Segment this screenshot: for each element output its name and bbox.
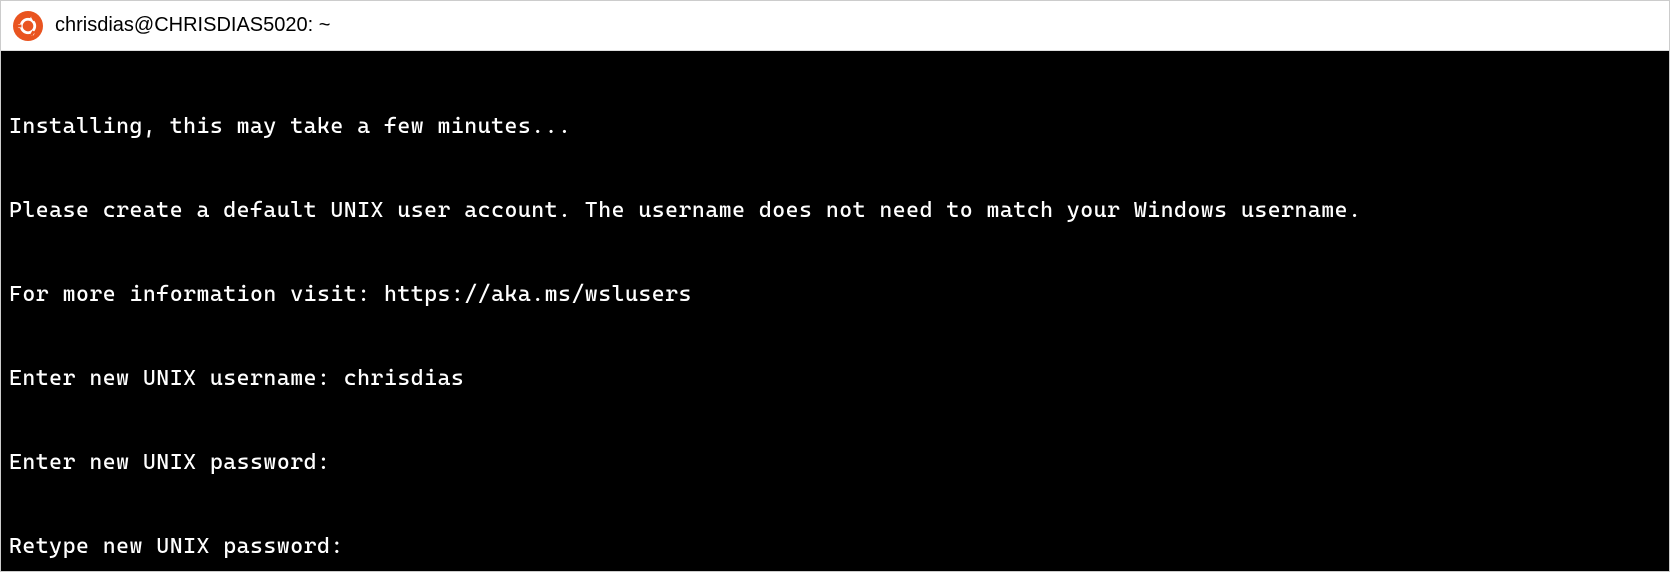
terminal-body[interactable]: Installing, this may take a few minutes.… [1,51,1669,571]
terminal-window: chrisdias@CHRISDIAS5020: ~ Installing, t… [0,0,1670,572]
window-title: chrisdias@CHRISDIAS5020: ~ [55,14,330,37]
titlebar[interactable]: chrisdias@CHRISDIAS5020: ~ [1,1,1669,51]
ubuntu-icon [13,11,43,41]
terminal-line: For more information visit: https://aka.… [9,281,1661,309]
terminal-line: Enter new UNIX password: [9,449,1661,477]
terminal-line: Enter new UNIX username: chrisdias [9,365,1661,393]
terminal-line: Retype new UNIX password: [9,533,1661,561]
terminal-line: Installing, this may take a few minutes.… [9,113,1661,141]
terminal-line: Please create a default UNIX user accoun… [9,197,1661,225]
